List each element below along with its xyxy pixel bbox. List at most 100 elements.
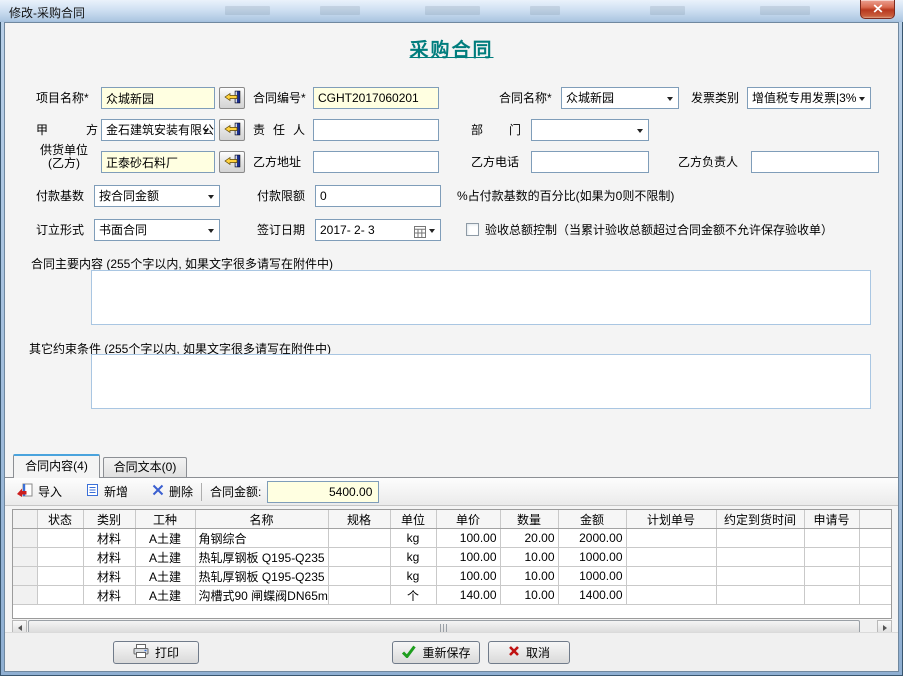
table-cell[interactable]: 10.00: [500, 567, 558, 586]
titlebar[interactable]: 修改-采购合同: [0, 0, 903, 22]
table-cell[interactable]: 20.00: [500, 529, 558, 548]
table-cell[interactable]: [804, 529, 859, 548]
table-cell[interactable]: [716, 529, 804, 548]
table-cell[interactable]: 2000.00: [558, 529, 626, 548]
table-cell[interactable]: [804, 586, 859, 605]
table-cell[interactable]: 10.00: [500, 548, 558, 567]
table-cell[interactable]: kg: [390, 529, 436, 548]
table-cell[interactable]: [716, 567, 804, 586]
blue-x-icon: [152, 484, 164, 499]
contract-amount-label: 合同金额:: [210, 483, 261, 500]
triangle-left-icon: [18, 625, 22, 631]
party-b-addr-input[interactable]: [313, 151, 439, 173]
table-cell[interactable]: [804, 548, 859, 567]
window-title: 修改-采购合同: [9, 4, 85, 21]
supplier-picker-button[interactable]: [219, 151, 245, 173]
table-cell[interactable]: 材料: [83, 548, 135, 567]
table-cell[interactable]: [626, 548, 716, 567]
invoice-type-select[interactable]: 增值税专用发票|3%: [747, 87, 871, 109]
tab-contract-content[interactable]: 合同内容(4): [13, 454, 100, 478]
table-cell[interactable]: 材料: [83, 567, 135, 586]
titlebar-ghost: [320, 6, 360, 15]
party-a-select[interactable]: 金石建筑安装有限公司: [101, 119, 215, 141]
table-cell[interactable]: 10.00: [500, 586, 558, 605]
close-button[interactable]: [860, 0, 895, 19]
table-cell[interactable]: A土建: [135, 529, 195, 548]
table-cell[interactable]: [37, 548, 83, 567]
party-b-phone-input[interactable]: [531, 151, 649, 173]
table-row[interactable]: 材料A土建热轧厚钢板 Q195-Q235 8 kg100.0010.001000.…: [13, 567, 891, 586]
table-cell[interactable]: [328, 529, 390, 548]
table-cell[interactable]: [328, 548, 390, 567]
row-indicator-cell: [13, 567, 37, 586]
column-header-filler: [859, 510, 891, 529]
contract-amount-input[interactable]: [267, 481, 379, 503]
table-cell[interactable]: [716, 548, 804, 567]
table-row[interactable]: 材料A土建热轧厚钢板 Q195-Q235 2 kg100.0010.001000.…: [13, 548, 891, 567]
table-row[interactable]: 材料A土建沟槽式90 闸蝶阀DN65mm 个140.0010.001400.00: [13, 586, 891, 605]
table-row[interactable]: 材料A土建角钢综合 kg100.0020.002000.00: [13, 529, 891, 548]
table-cell[interactable]: [37, 567, 83, 586]
table-cell[interactable]: [804, 567, 859, 586]
table-cell[interactable]: kg: [390, 567, 436, 586]
form-type-select[interactable]: 书面合同: [94, 219, 220, 241]
table-cell[interactable]: 1000.00: [558, 567, 626, 586]
party-a-picker-button[interactable]: [219, 119, 245, 141]
table-cell[interactable]: [37, 586, 83, 605]
party-b-person-label: 乙方负责人: [678, 154, 738, 170]
table-cell[interactable]: 角钢综合: [195, 529, 328, 548]
table-cell[interactable]: 100.00: [436, 548, 500, 567]
table-cell[interactable]: 140.00: [436, 586, 500, 605]
table-cell[interactable]: 沟槽式90 闸蝶阀DN65mm: [195, 586, 328, 605]
pointing-hand-book-icon: [224, 122, 241, 139]
pay-limit-input[interactable]: [315, 185, 441, 207]
table-cell[interactable]: 100.00: [436, 529, 500, 548]
save-button[interactable]: 重新保存: [392, 641, 480, 664]
table-cell[interactable]: [328, 586, 390, 605]
table-cell[interactable]: A土建: [135, 567, 195, 586]
table-cell[interactable]: A土建: [135, 586, 195, 605]
contract-no-input[interactable]: [313, 87, 439, 109]
resp-person-input[interactable]: [313, 119, 439, 141]
pay-base-label: 付款基数: [36, 188, 84, 204]
grid-toolbar: 导入 新增 删除 合同金额:: [5, 478, 898, 506]
table-cell[interactable]: [37, 529, 83, 548]
form-type-label: 订立形式: [36, 222, 84, 238]
department-select[interactable]: [531, 119, 649, 141]
table-cell[interactable]: 热轧厚钢板 Q195-Q235 8: [195, 567, 328, 586]
cancel-button[interactable]: 取消: [488, 641, 570, 664]
contract-name-select[interactable]: 众城新园: [561, 87, 679, 109]
pointing-hand-book-icon: [224, 154, 241, 171]
print-button[interactable]: 打印: [113, 641, 199, 664]
table-cell[interactable]: 1000.00: [558, 548, 626, 567]
table-cell[interactable]: A土建: [135, 548, 195, 567]
party-b-person-input[interactable]: [751, 151, 879, 173]
add-row-button[interactable]: 新增: [86, 483, 128, 500]
table-cell[interactable]: [626, 529, 716, 548]
table-cell[interactable]: 个: [390, 586, 436, 605]
project-picker-button[interactable]: [219, 87, 245, 109]
table-cell[interactable]: 1400.00: [558, 586, 626, 605]
table-cell[interactable]: kg: [390, 548, 436, 567]
tab-contract-text[interactable]: 合同文本(0): [103, 457, 187, 478]
table-cell[interactable]: [626, 586, 716, 605]
table-cell-filler: [859, 567, 891, 586]
resp-person-label: 责任人: [253, 122, 305, 138]
main-content-textarea[interactable]: [91, 270, 871, 325]
sign-date-picker[interactable]: 2017- 2- 3: [315, 219, 441, 241]
accept-total-checkbox[interactable]: [466, 223, 479, 236]
project-name-input[interactable]: [101, 87, 215, 109]
other-terms-textarea[interactable]: [91, 354, 871, 409]
table-cell[interactable]: 材料: [83, 529, 135, 548]
table-cell[interactable]: [716, 586, 804, 605]
delete-row-button[interactable]: 删除: [152, 483, 193, 500]
table-cell[interactable]: 热轧厚钢板 Q195-Q235 2: [195, 548, 328, 567]
table-cell[interactable]: 材料: [83, 586, 135, 605]
import-button[interactable]: 导入: [17, 483, 62, 500]
supplier-input[interactable]: [101, 151, 215, 173]
table-cell[interactable]: 100.00: [436, 567, 500, 586]
table-cell[interactable]: [328, 567, 390, 586]
pay-base-select[interactable]: 按合同金额: [94, 185, 220, 207]
row-indicator-cell: [13, 548, 37, 567]
table-cell[interactable]: [626, 567, 716, 586]
